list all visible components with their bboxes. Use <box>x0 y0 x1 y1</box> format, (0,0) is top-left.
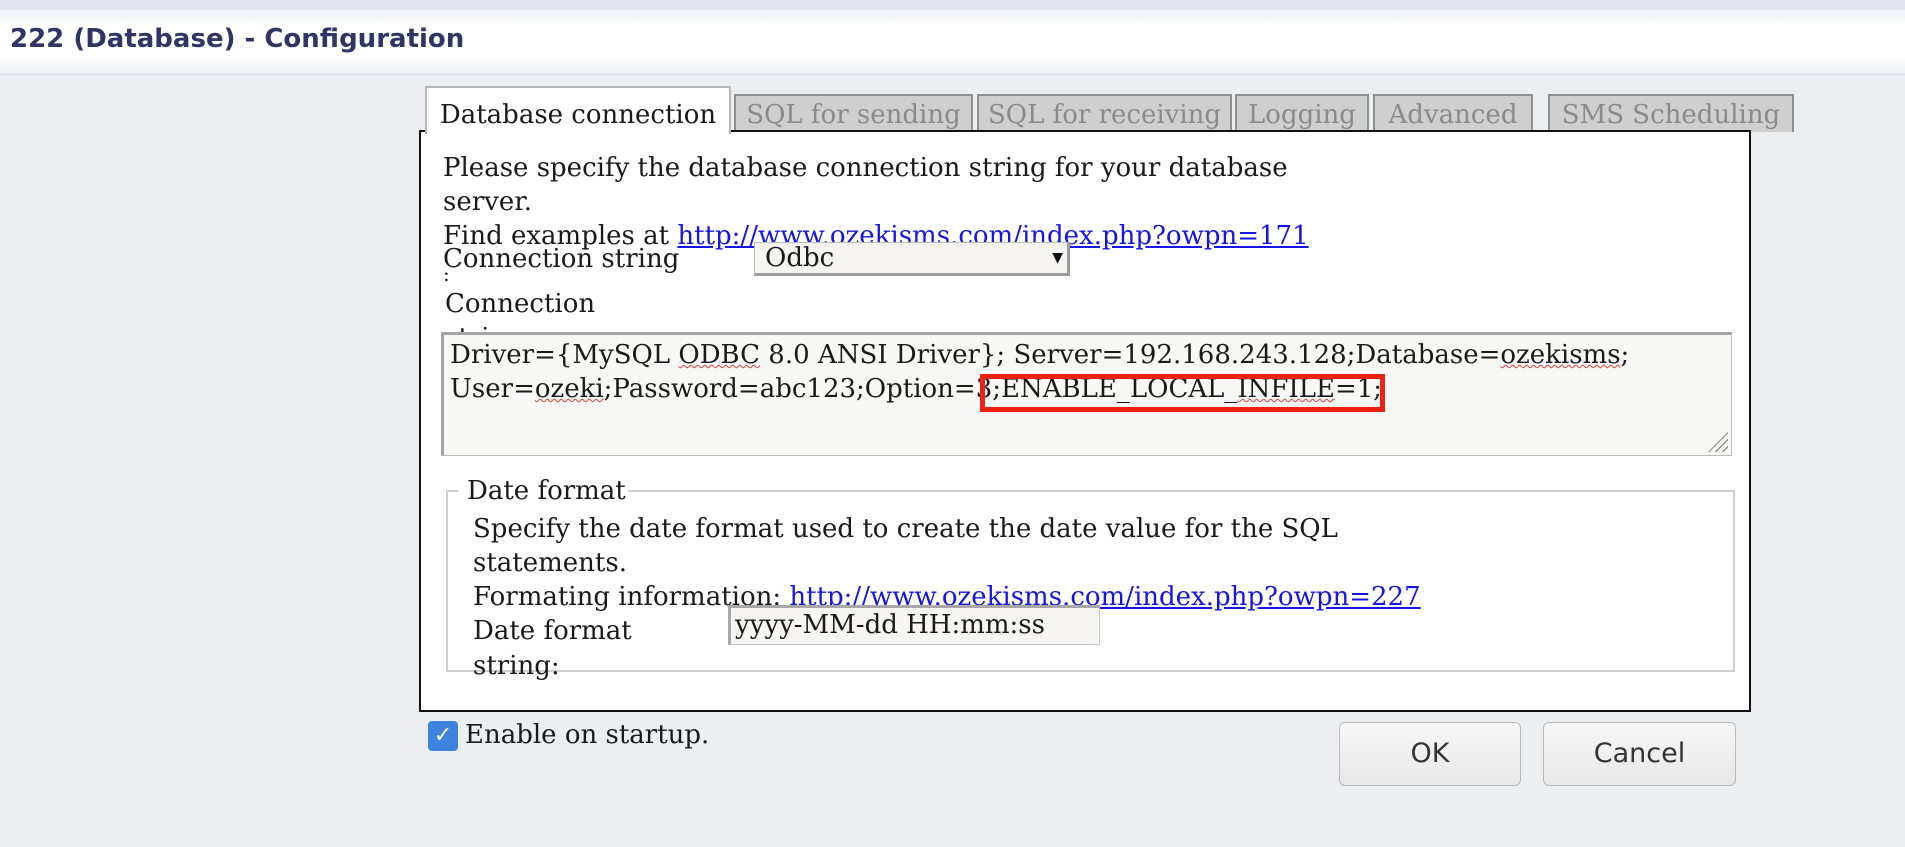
connection-string-line1: Driver={MySQL ODBC 8.0 ANSI Driver}; Ser… <box>450 339 1629 371</box>
text-segment: ; <box>1620 340 1630 370</box>
checkmark-icon: ✓ <box>433 723 453 748</box>
connection-intro-line2: server. <box>443 187 533 217</box>
titlebar-top-rule <box>0 0 1905 10</box>
tab-advanced[interactable]: Advanced <box>1373 94 1533 132</box>
connection-type-select[interactable]: Odbc ▼ <box>754 242 1070 276</box>
ok-button[interactable]: OK <box>1339 722 1521 786</box>
text-segment: 8.0 ANSI Driver}; Server=192.168.243.128… <box>760 340 1501 370</box>
text-segment: User= <box>450 374 535 404</box>
tab-sql-for-sending[interactable]: SQL for sending <box>734 94 973 132</box>
tab-database-connection[interactable]: Database connection <box>425 86 731 134</box>
date-format-desc-line1: Specify the date format used to create t… <box>473 514 1338 544</box>
window-title: 222 (Database) - Configuration <box>10 24 465 54</box>
date-format-desc-line2: statements. <box>473 548 627 578</box>
tab-logging[interactable]: Logging <box>1235 94 1369 132</box>
text-segment: ozeki <box>534 374 604 404</box>
enable-on-startup-checkbox[interactable]: ✓ <box>428 721 458 751</box>
highlight-annotation <box>980 374 1385 412</box>
date-format-input[interactable]: yyyy-MM-dd HH:mm:ss <box>728 605 1100 645</box>
connection-type-label: Connection string <box>443 244 680 274</box>
connection-intro-line1: Please specify the database connection s… <box>443 153 1288 183</box>
tab-sms-scheduling[interactable]: SMS Scheduling <box>1548 94 1794 132</box>
text-segment: ozekisms <box>1500 340 1621 370</box>
tab-sql-for-receiving[interactable]: SQL for receiving <box>977 94 1232 132</box>
cancel-button[interactable]: Cancel <box>1543 722 1736 786</box>
enable-on-startup-label[interactable]: Enable on startup. <box>465 719 709 752</box>
connection-string-label-line1: Connection <box>445 289 596 319</box>
date-format-field-label-line2: string: <box>473 651 560 681</box>
date-format-field-label-line1: Date format <box>473 616 632 646</box>
dropdown-arrow-icon: ▼ <box>1052 250 1063 266</box>
text-segment: ODBC <box>678 340 761 370</box>
connection-type-label-tail: : <box>443 262 450 286</box>
connection-type-value: Odbc <box>765 243 835 273</box>
resize-grip-icon[interactable] <box>1708 432 1728 452</box>
text-segment: ;Password=abc123;Option=3 <box>603 374 993 404</box>
date-format-legend: Date format <box>467 476 626 506</box>
text-segment: Driver={MySQL <box>450 340 679 370</box>
